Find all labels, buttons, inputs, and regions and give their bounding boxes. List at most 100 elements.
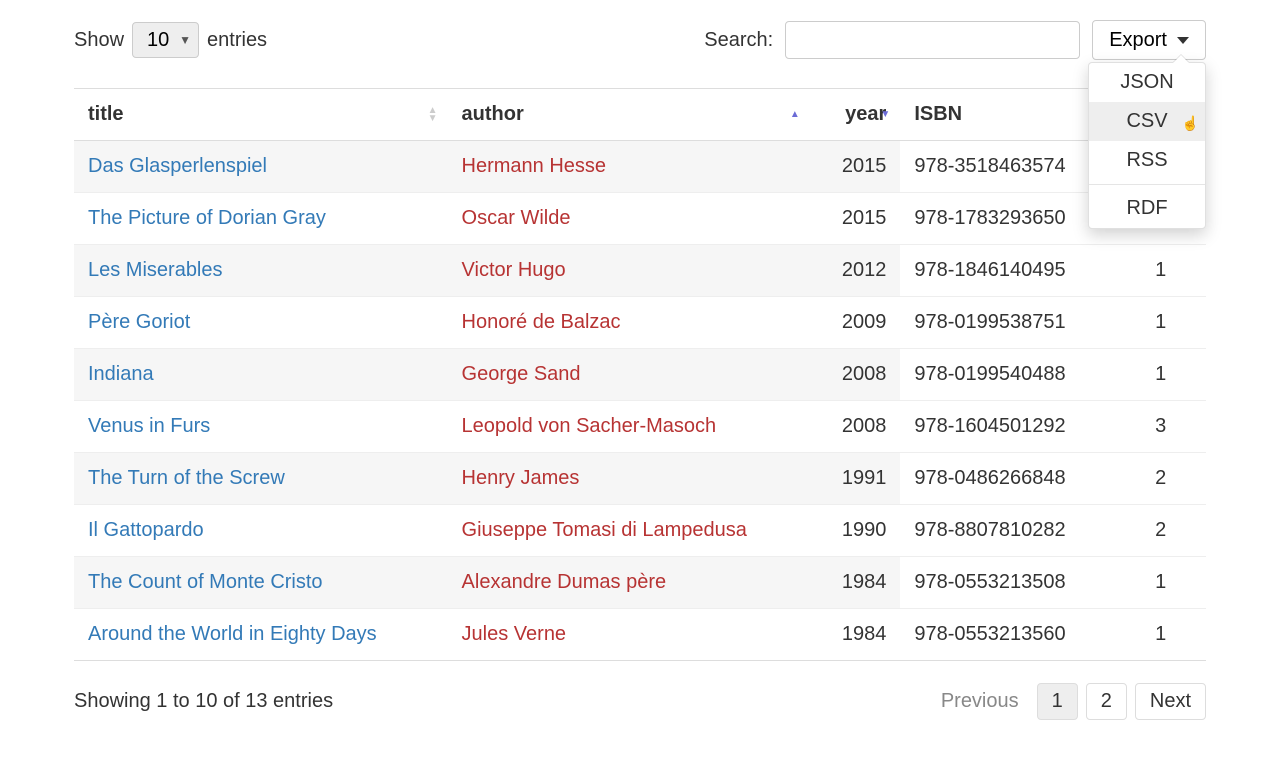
cell-author: Leopold von Sacher-Masoch [448, 401, 810, 453]
title-link[interactable]: Venus in Furs [88, 415, 210, 437]
show-label-before: Show [74, 29, 124, 52]
cell-count: 3 [1115, 401, 1206, 453]
page-previous[interactable]: Previous [931, 684, 1029, 719]
export-option-rss[interactable]: RSS [1089, 141, 1205, 180]
cell-year: 2015 [810, 141, 901, 193]
cell-title: Il Gattopardo [74, 505, 448, 557]
cell-year: 2012 [810, 245, 901, 297]
cell-year: 1990 [810, 505, 901, 557]
table-row: Indiana George Sand2008978-01995404881 [74, 349, 1206, 401]
title-link[interactable]: The Picture of Dorian Gray [88, 207, 326, 229]
title-link[interactable]: The Turn of the Screw [88, 467, 285, 489]
cell-isbn: 978-0199538751 [900, 297, 1115, 349]
cell-title: Around the World in Eighty Days [74, 609, 448, 661]
cell-year: 1991 [810, 453, 901, 505]
cell-isbn: 978-8807810282 [900, 505, 1115, 557]
export-dropdown: JSON CSV ☝ RSS RDF [1088, 62, 1206, 229]
col-year[interactable]: year ▼ [810, 89, 901, 141]
data-table: title ▲▼ author ▲ year ▼ ISBN ▲ [74, 88, 1206, 661]
cell-author: Victor Hugo [448, 245, 810, 297]
dropdown-divider [1089, 184, 1205, 185]
cell-year: 2008 [810, 349, 901, 401]
export-option-json[interactable]: JSON [1089, 63, 1205, 102]
page-length-select[interactable]: 10 [132, 22, 199, 58]
table-row: Venus in Furs Leopold von Sacher-Masoch20… [74, 401, 1206, 453]
cell-isbn: 978-3518463574 [900, 141, 1115, 193]
table-row: Das Glasperlenspiel Hermann Hesse2015978-… [74, 141, 1206, 193]
cell-isbn: 978-0199540488 [900, 349, 1115, 401]
search-input[interactable] [785, 21, 1080, 59]
search-export-group: Search: Export JSON CSV ☝ RSS RDF [704, 20, 1206, 60]
sort-icon: ▼ [880, 111, 890, 119]
export-option-rdf[interactable]: RDF [1089, 189, 1205, 228]
cell-year: 2008 [810, 401, 901, 453]
cell-year: 1984 [810, 557, 901, 609]
cell-author: Jules Verne [448, 609, 810, 661]
cell-year: 1984 [810, 609, 901, 661]
col-title[interactable]: title ▲▼ [74, 89, 448, 141]
cell-author: Honoré de Balzac [448, 297, 810, 349]
col-isbn-label: ISBN [914, 103, 962, 125]
col-isbn[interactable]: ISBN ▲▼ [900, 89, 1115, 141]
table-row: Around the World in Eighty Days Jules Ver… [74, 609, 1206, 661]
cell-count: 1 [1115, 349, 1206, 401]
cell-title: The Turn of the Screw [74, 453, 448, 505]
cell-isbn: 978-1783293650 [900, 193, 1115, 245]
cell-author: Henry James [448, 453, 810, 505]
sort-icon: ▲▼ [428, 107, 438, 123]
cell-isbn: 978-0486266848 [900, 453, 1115, 505]
table-row: Père Goriot Honoré de Balzac2009978-01995… [74, 297, 1206, 349]
sort-icon: ▲ [790, 111, 800, 119]
cell-count: 1 [1115, 609, 1206, 661]
table-controls: Show 10 ▼ entries Search: Export JSON CS… [74, 20, 1206, 60]
table-info: Showing 1 to 10 of 13 entries [74, 690, 333, 713]
cell-author: Oscar Wilde [448, 193, 810, 245]
title-link[interactable]: Indiana [88, 363, 154, 385]
cell-count: 1 [1115, 557, 1206, 609]
caret-down-icon [1177, 37, 1189, 44]
table-row: The Picture of Dorian Gray Oscar Wilde201… [74, 193, 1206, 245]
page-number[interactable]: 2 [1086, 683, 1127, 720]
export-option-csv[interactable]: CSV ☝ [1089, 102, 1205, 141]
cell-author: Giuseppe Tomasi di Lampedusa [448, 505, 810, 557]
table-row: The Turn of the Screw Henry James1991978-… [74, 453, 1206, 505]
cell-count: 2 [1115, 505, 1206, 557]
cell-isbn: 978-1846140495 [900, 245, 1115, 297]
page-length-control: Show 10 ▼ entries [74, 22, 267, 58]
export-button[interactable]: Export [1092, 20, 1206, 60]
cell-title: The Count of Monte Cristo [74, 557, 448, 609]
cell-count: 1 [1115, 297, 1206, 349]
cell-count: 2 [1115, 453, 1206, 505]
cell-author: George Sand [448, 349, 810, 401]
title-link[interactable]: Les Miserables [88, 259, 223, 281]
cell-year: 2009 [810, 297, 901, 349]
pagination: Previous 12 Next [931, 683, 1206, 720]
cell-title: Indiana [74, 349, 448, 401]
page-next[interactable]: Next [1135, 683, 1206, 720]
title-link[interactable]: Il Gattopardo [88, 519, 204, 541]
export-button-label: Export [1109, 29, 1167, 52]
cell-year: 2015 [810, 193, 901, 245]
col-author-label: author [462, 103, 524, 125]
cell-title: Das Glasperlenspiel [74, 141, 448, 193]
table-row: Il Gattopardo Giuseppe Tomasi di Lampedus… [74, 505, 1206, 557]
cell-title: Les Miserables [74, 245, 448, 297]
title-link[interactable]: The Count of Monte Cristo [88, 571, 323, 593]
title-link[interactable]: Around the World in Eighty Days [88, 623, 377, 645]
cell-author: Hermann Hesse [448, 141, 810, 193]
table-row: Les Miserables Victor Hugo2012978-1846140… [74, 245, 1206, 297]
cell-isbn: 978-0553213560 [900, 609, 1115, 661]
export-option-csv-label: CSV [1126, 110, 1167, 132]
cell-title: The Picture of Dorian Gray [74, 193, 448, 245]
title-link[interactable]: Das Glasperlenspiel [88, 155, 267, 177]
cell-isbn: 978-1604501292 [900, 401, 1115, 453]
cell-title: Père Goriot [74, 297, 448, 349]
cell-author: Alexandre Dumas père [448, 557, 810, 609]
page-number[interactable]: 1 [1037, 683, 1078, 720]
cell-count: 1 [1115, 245, 1206, 297]
table-footer: Showing 1 to 10 of 13 entries Previous 1… [74, 683, 1206, 720]
col-author[interactable]: author ▲ [448, 89, 810, 141]
title-link[interactable]: Père Goriot [88, 311, 190, 333]
table-header-row: title ▲▼ author ▲ year ▼ ISBN ▲ [74, 89, 1206, 141]
search-label: Search: [704, 29, 773, 52]
